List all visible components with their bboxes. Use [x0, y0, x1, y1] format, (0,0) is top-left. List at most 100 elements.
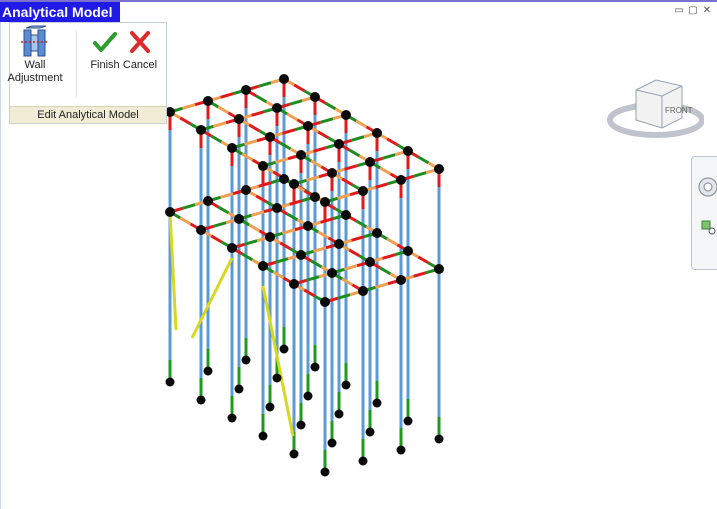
node[interactable]	[234, 114, 244, 124]
support-node[interactable]	[365, 427, 375, 437]
beam[interactable]	[213, 121, 227, 128]
beam[interactable]	[286, 212, 299, 222]
node[interactable]	[303, 121, 313, 131]
node[interactable]	[241, 185, 251, 195]
beam[interactable]	[248, 223, 261, 233]
support-node[interactable]	[165, 377, 175, 387]
beam[interactable]	[382, 253, 396, 260]
support-node[interactable]	[341, 380, 351, 390]
node[interactable]	[303, 221, 313, 231]
beam[interactable]	[179, 216, 192, 226]
support-node[interactable]	[227, 413, 237, 423]
beam[interactable]	[289, 99, 303, 106]
node[interactable]	[258, 261, 268, 271]
beam[interactable]	[248, 123, 261, 133]
node[interactable]	[296, 150, 306, 160]
beam[interactable]	[355, 219, 368, 229]
node[interactable]	[279, 174, 289, 184]
node[interactable]	[320, 297, 330, 307]
beam[interactable]	[217, 205, 230, 215]
beam[interactable]	[286, 112, 299, 122]
beam[interactable]	[213, 221, 227, 228]
node[interactable]	[258, 161, 268, 171]
node[interactable]	[227, 243, 237, 253]
node[interactable]	[289, 279, 299, 289]
support-node[interactable]	[196, 395, 206, 405]
node[interactable]	[320, 197, 330, 207]
beam[interactable]	[251, 110, 265, 117]
support-node[interactable]	[296, 420, 306, 430]
support-node[interactable]	[203, 366, 213, 376]
wall-adjustment-button[interactable]: Wall Adjustment	[7, 25, 63, 85]
node[interactable]	[196, 125, 206, 135]
node[interactable]	[341, 110, 351, 120]
beam[interactable]	[217, 105, 230, 115]
beam[interactable]	[413, 171, 427, 178]
support-node[interactable]	[272, 373, 282, 383]
support-node[interactable]	[234, 384, 244, 394]
beam[interactable]	[179, 116, 192, 126]
support-node[interactable]	[358, 456, 368, 466]
support-node[interactable]	[265, 402, 275, 412]
beam[interactable]	[317, 130, 330, 140]
node[interactable]	[334, 139, 344, 149]
beam[interactable]	[417, 155, 430, 165]
node[interactable]	[372, 228, 382, 238]
beam[interactable]	[351, 135, 365, 142]
node[interactable]	[165, 207, 175, 217]
node[interactable]	[310, 92, 320, 102]
node[interactable]	[358, 286, 368, 296]
node[interactable]	[434, 264, 444, 274]
node[interactable]	[203, 196, 213, 206]
beam[interactable]	[379, 266, 392, 276]
support-node[interactable]	[327, 438, 337, 448]
node[interactable]	[265, 132, 275, 142]
node[interactable]	[203, 96, 213, 106]
beam[interactable]	[258, 81, 272, 88]
beam[interactable]	[182, 103, 196, 110]
node[interactable]	[365, 157, 375, 167]
beam[interactable]	[317, 230, 330, 240]
node[interactable]	[234, 214, 244, 224]
support-node[interactable]	[310, 362, 320, 372]
support-node[interactable]	[334, 409, 344, 419]
beam[interactable]	[210, 234, 223, 244]
support-node[interactable]	[279, 344, 289, 354]
beam[interactable]	[220, 92, 234, 99]
support-node[interactable]	[303, 391, 313, 401]
support-node[interactable]	[289, 449, 299, 459]
finish-button[interactable]: Finish	[90, 25, 120, 72]
beam[interactable]	[182, 203, 196, 210]
beam[interactable]	[255, 194, 268, 204]
viewcube[interactable]: FRONT	[604, 70, 704, 150]
node[interactable]	[265, 232, 275, 242]
beam[interactable]	[386, 137, 399, 147]
node[interactable]	[358, 186, 368, 196]
node[interactable]	[241, 85, 251, 95]
beam[interactable]	[379, 166, 392, 176]
node[interactable]	[227, 143, 237, 153]
support-node[interactable]	[396, 445, 406, 455]
node[interactable]	[327, 168, 337, 178]
node[interactable]	[289, 179, 299, 189]
node[interactable]	[296, 250, 306, 260]
node[interactable]	[310, 192, 320, 202]
node[interactable]	[434, 164, 444, 174]
beam[interactable]	[324, 101, 337, 111]
node[interactable]	[403, 246, 413, 256]
cancel-button[interactable]: Cancel	[122, 25, 158, 72]
node[interactable]	[396, 275, 406, 285]
node[interactable]	[341, 210, 351, 220]
support-node[interactable]	[258, 431, 268, 441]
node[interactable]	[334, 239, 344, 249]
beam[interactable]	[320, 117, 334, 124]
support-node[interactable]	[434, 434, 444, 444]
node[interactable]	[372, 128, 382, 138]
beam[interactable]	[386, 237, 399, 247]
node[interactable]	[279, 74, 289, 84]
beam[interactable]	[382, 153, 396, 160]
node[interactable]	[396, 175, 406, 185]
beam[interactable]	[413, 271, 427, 278]
support-node[interactable]	[372, 398, 382, 408]
support-node[interactable]	[241, 355, 251, 365]
